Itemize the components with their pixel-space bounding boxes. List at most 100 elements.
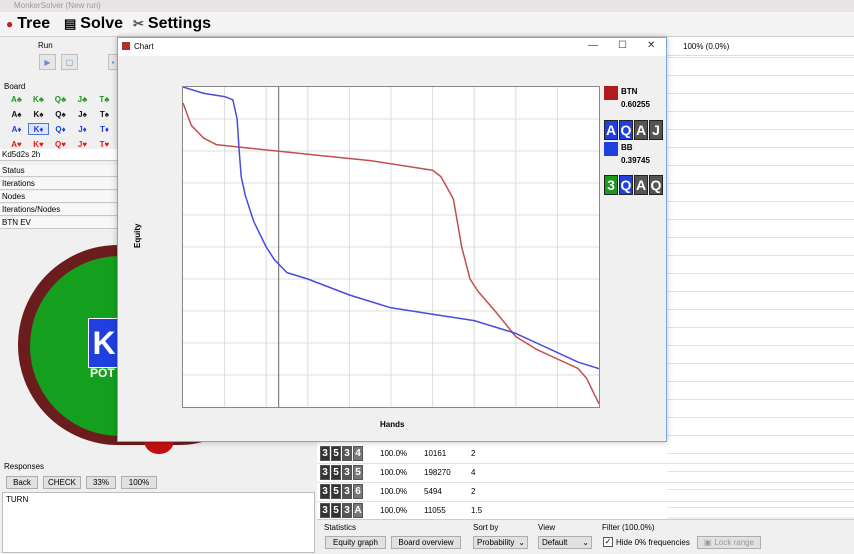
settings-icon: ✂	[133, 16, 144, 31]
dealer-chip	[144, 440, 174, 454]
maximize-icon[interactable]: ☐	[618, 40, 627, 51]
row-hand-card: 5	[331, 503, 341, 518]
chart-app-icon	[122, 42, 130, 50]
x-axis-label: Hands	[380, 420, 405, 429]
bet-33-button[interactable]: 33%	[86, 476, 116, 489]
board-value: Kd5d2s 2h	[0, 149, 117, 161]
chevron-down-icon: ⌄	[582, 538, 589, 547]
row-hand-card: 5	[331, 446, 341, 461]
y-axis-label: Equity	[133, 223, 142, 248]
minimize-icon[interactable]: —	[588, 40, 598, 51]
back-button[interactable]: Back	[6, 476, 38, 489]
row-hand-card: 5	[331, 484, 341, 499]
board-card-button[interactable]: K♣	[28, 93, 49, 105]
row-hand-card: 3	[320, 465, 330, 480]
hand-card: A	[634, 120, 648, 140]
main-tabbar: ● Tree ▤ Solve ✂ Settings	[0, 12, 854, 37]
row-freq: 100.0%	[380, 506, 408, 515]
board-card-button[interactable]: K♦	[28, 123, 49, 135]
board-card-button[interactable]: J♣	[72, 93, 93, 105]
board-card-button[interactable]: A♦	[6, 123, 27, 135]
hand-card: Q	[619, 175, 633, 195]
row-hand-card: 3	[342, 446, 352, 461]
board-card-button[interactable]: T♠	[94, 108, 115, 120]
strategy-table	[317, 437, 667, 519]
sortby-select[interactable]: Probability ⌄	[473, 536, 528, 549]
right-header-text: 100% (0.0%)	[683, 42, 730, 51]
row-divider	[317, 501, 854, 502]
tree-icon: ●	[6, 17, 14, 31]
run-play-button[interactable]: ▶	[39, 54, 56, 70]
row-freq: 100.0%	[380, 468, 408, 477]
row-count: 198270	[424, 468, 451, 477]
row-hand-card: 3	[342, 484, 352, 499]
hide-zero-label: Hide 0% frequencies	[616, 538, 690, 547]
info-row: Status	[0, 165, 117, 177]
save-button[interactable]: ▪	[108, 54, 117, 70]
equity-plot-svg	[182, 86, 600, 407]
solve-icon: ▤	[64, 16, 77, 31]
board-card-button[interactable]: K♠	[28, 108, 49, 120]
pot-label: POT	[90, 366, 115, 380]
window-title: MonkerSolver (New run)	[14, 1, 101, 10]
row-ev: 2	[471, 449, 476, 458]
view-select[interactable]: Default ⌄	[538, 536, 592, 549]
row-hand-card: 5	[353, 465, 363, 480]
row-freq: 100.0%	[380, 449, 408, 458]
run-stop-button[interactable]: ▢	[61, 54, 78, 70]
row-hand-card: 4	[353, 446, 363, 461]
row-hand-card: 3	[320, 446, 330, 461]
row-hand-card: A	[353, 503, 363, 518]
stop-icon: ▢	[65, 57, 74, 67]
tab-tree[interactable]: ● Tree	[6, 14, 50, 34]
check-button[interactable]: CHECK	[43, 476, 81, 489]
row-divider	[317, 482, 854, 483]
equity-plot	[182, 86, 600, 408]
bet-100-button[interactable]: 100%	[121, 476, 157, 489]
lock-icon: ▣	[703, 538, 712, 547]
hand-card: Q	[649, 175, 663, 195]
btn-legend-swatch	[604, 86, 618, 100]
bb-legend-swatch	[604, 142, 618, 156]
board-card-button[interactable]: J♦	[72, 123, 93, 135]
responses-label: Responses	[4, 462, 45, 471]
board-overview-button[interactable]: Board overview	[391, 536, 461, 549]
row-hand-card: 3	[342, 465, 352, 480]
close-icon[interactable]: ✕	[647, 40, 655, 51]
board-card-button[interactable]: Q♣	[50, 93, 71, 105]
board-card-button[interactable]: T♣	[94, 93, 115, 105]
board-card-button[interactable]: A♣	[6, 93, 27, 105]
right-grid	[667, 57, 854, 517]
window-titlebar: MonkerSolver (New run)	[0, 0, 854, 12]
equity-graph-button[interactable]: Equity graph	[325, 536, 386, 549]
play-icon: ▶	[44, 57, 51, 67]
board-card-button[interactable]: A♠	[6, 108, 27, 120]
row-divider	[317, 463, 854, 464]
row-ev: 1.5	[471, 506, 483, 515]
board-card-button[interactable]: J♠	[72, 108, 93, 120]
history-box[interactable]: TURN	[2, 492, 315, 553]
run-label: Run	[38, 41, 53, 50]
tab-settings[interactable]: ✂ Settings	[133, 14, 211, 34]
board-card-button[interactable]: Q♠	[50, 108, 71, 120]
hand-card: A	[604, 120, 618, 140]
sortby-label: Sort by	[473, 523, 499, 532]
hand-card: 3	[604, 175, 618, 195]
board-card-button[interactable]: T♦	[94, 123, 115, 135]
bb-legend-name: BB	[621, 143, 633, 152]
chart-window-titlebar[interactable]: Chart — ☐ ✕	[118, 38, 666, 56]
row-freq: 100.0%	[380, 487, 408, 496]
row-ev: 4	[471, 468, 476, 477]
info-row: Nodes	[0, 191, 117, 203]
statistics-label: Statistics	[324, 523, 357, 532]
lock-range-button[interactable]: ▣ Lock range	[697, 536, 761, 549]
btn-legend-name: BTN	[621, 87, 638, 96]
tab-solve[interactable]: ▤ Solve	[64, 14, 123, 34]
history-text: TURN	[6, 495, 29, 504]
row-hand-card: 5	[331, 465, 341, 480]
row-hand-card: 3	[320, 484, 330, 499]
chart-window[interactable]: Chart — ☐ ✕ Equity Hands BTN 0.60255 AQA…	[117, 37, 667, 442]
row-count: 5494	[424, 487, 442, 496]
hide-zero-checkbox[interactable]: ✓	[603, 537, 613, 547]
board-card-button[interactable]: Q♦	[50, 123, 71, 135]
